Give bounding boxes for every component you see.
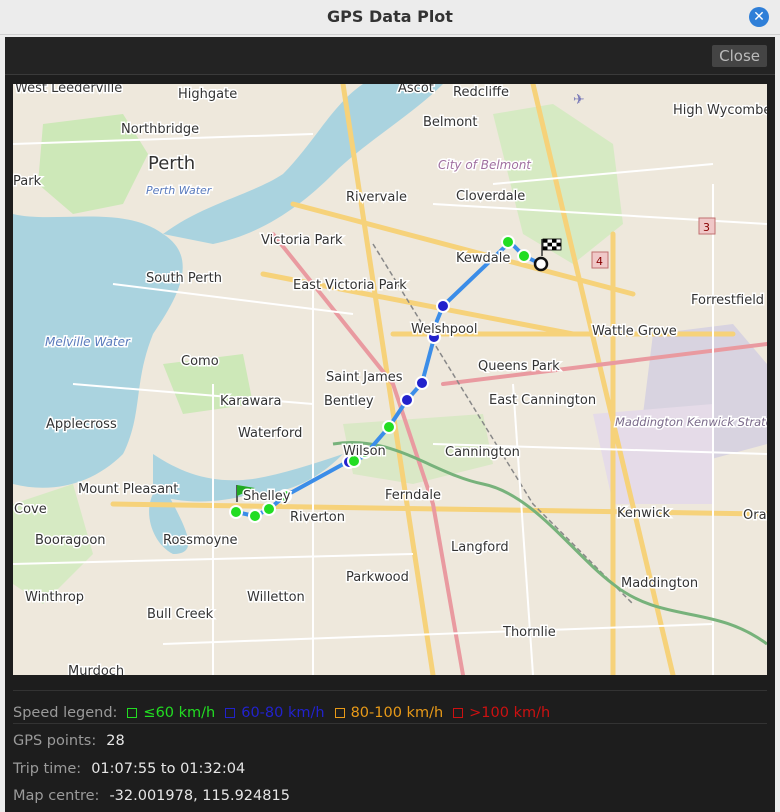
legend-swatch	[225, 708, 236, 718]
place-label: Willetton	[247, 590, 305, 605]
place-label: Forrestfield	[691, 293, 764, 308]
place-label: Waterford	[238, 426, 302, 441]
place-label: City of Belmont	[438, 158, 532, 172]
gps-points-row: GPS points: 28	[13, 733, 125, 749]
legend-item-high: 80-100 km/h	[334, 705, 444, 721]
gps-points-value: 28	[106, 733, 125, 749]
place-label: Northbridge	[121, 122, 199, 137]
place-label: East Cannington	[489, 393, 596, 408]
legend-item-medium: 60-80 km/h	[225, 705, 325, 721]
top-bar: Close	[5, 37, 775, 75]
place-label: Perth Water	[146, 184, 213, 197]
place-label: Riverton	[290, 510, 345, 525]
place-label: East Victoria Park	[293, 278, 407, 293]
place-label: Shelley	[243, 489, 291, 504]
legend-item-very-high: >100 km/h	[453, 705, 550, 721]
place-label: Rivervale	[346, 190, 407, 205]
place-label: Applecross	[46, 417, 117, 432]
road-shield-3: 3	[698, 217, 716, 235]
place-label: Winthrop	[25, 590, 84, 605]
place-label: Bentley	[324, 394, 374, 409]
place-label: Langford	[451, 540, 509, 555]
trip-time-label: Trip time:	[13, 761, 82, 777]
place-label: Highgate	[178, 87, 237, 102]
title-bar: GPS Data Plot ✕	[0, 0, 780, 35]
trip-time-row: Trip time: 01:07:55 to 01:32:04	[13, 761, 245, 777]
legend-label: 60-80 km/h	[241, 705, 325, 721]
place-label: Ora	[743, 508, 767, 523]
place-label: Perth	[148, 153, 195, 174]
place-label: Redcliffe	[453, 85, 509, 100]
place-label: Rossmoyne	[163, 533, 238, 548]
place-label: Como	[181, 354, 219, 369]
place-label: Welshpool	[411, 322, 478, 337]
place-label: Maddington Kenwick Strategic Employment …	[615, 415, 767, 429]
close-button[interactable]: Close	[712, 45, 767, 67]
place-label: Kenwick	[617, 506, 671, 521]
legend-swatch	[127, 708, 138, 718]
place-label: Cloverdale	[456, 189, 525, 204]
place-label: Wilson	[343, 444, 386, 459]
place-label: Park	[13, 174, 42, 189]
place-label: Murdoch	[68, 664, 124, 675]
close-icon[interactable]: ✕	[749, 7, 769, 27]
place-label: Karawara	[220, 394, 281, 409]
legend-swatch	[453, 708, 464, 718]
place-label: Melville Water	[45, 335, 131, 349]
place-label: Mount Pleasant	[78, 482, 178, 497]
place-label: Cannington	[445, 445, 520, 460]
airport-icon: ✈	[573, 92, 585, 108]
map-centre-value: -32.001978, 115.924815	[109, 788, 290, 804]
svg-text:4: 4	[596, 255, 603, 268]
trip-time-value: 01:07:55 to 01:32:04	[91, 761, 246, 777]
main-panel: Close ✈ 3 4 West Leederville Highgate No…	[5, 37, 775, 812]
map-centre-row: Map centre: -32.001978, 115.924815	[13, 788, 290, 804]
place-label: Parkwood	[346, 570, 409, 585]
place-label: Queens Park	[478, 359, 560, 374]
place-label: Victoria Park	[261, 233, 343, 248]
legend-label: >100 km/h	[469, 705, 551, 721]
map-canvas: ✈ 3 4 West Leederville Highgate Northbri…	[13, 84, 767, 675]
divider	[13, 723, 767, 724]
place-label: Kewdale	[456, 251, 510, 266]
place-label: Ascot	[398, 84, 434, 96]
map-centre-label: Map centre:	[13, 788, 100, 804]
speed-legend: Speed legend: ≤60 km/h 60-80 km/h 80-100…	[13, 690, 767, 725]
svg-text:3: 3	[703, 221, 710, 234]
legend-label: 80-100 km/h	[350, 705, 444, 721]
place-label: Wattle Grove	[592, 324, 677, 339]
legend-swatch	[334, 708, 345, 718]
place-label: Cove	[14, 502, 47, 517]
place-label: Ferndale	[385, 488, 441, 503]
place-label: Booragoon	[35, 533, 106, 548]
place-label: Thornlie	[502, 625, 556, 640]
map-view[interactable]: ✈ 3 4 West Leederville Highgate Northbri…	[13, 84, 767, 675]
place-label: Saint James	[326, 370, 403, 385]
place-label: West Leederville	[15, 84, 122, 96]
place-label: Bull Creek	[147, 607, 214, 622]
legend-title: Speed legend:	[13, 705, 118, 721]
legend-label: ≤60 km/h	[143, 705, 216, 721]
gps-points-label: GPS points:	[13, 733, 97, 749]
place-label: High Wycombe	[673, 103, 767, 118]
legend-item-low: ≤60 km/h	[127, 705, 215, 721]
place-label: Maddington	[621, 576, 698, 591]
place-label: Belmont	[423, 115, 477, 130]
road-shield-4: 4	[591, 251, 609, 269]
window-title: GPS Data Plot	[327, 7, 453, 26]
app-window: GPS Data Plot ✕ Close ✈ 3 4 West Leederv…	[0, 0, 780, 812]
place-label: South Perth	[146, 271, 222, 286]
